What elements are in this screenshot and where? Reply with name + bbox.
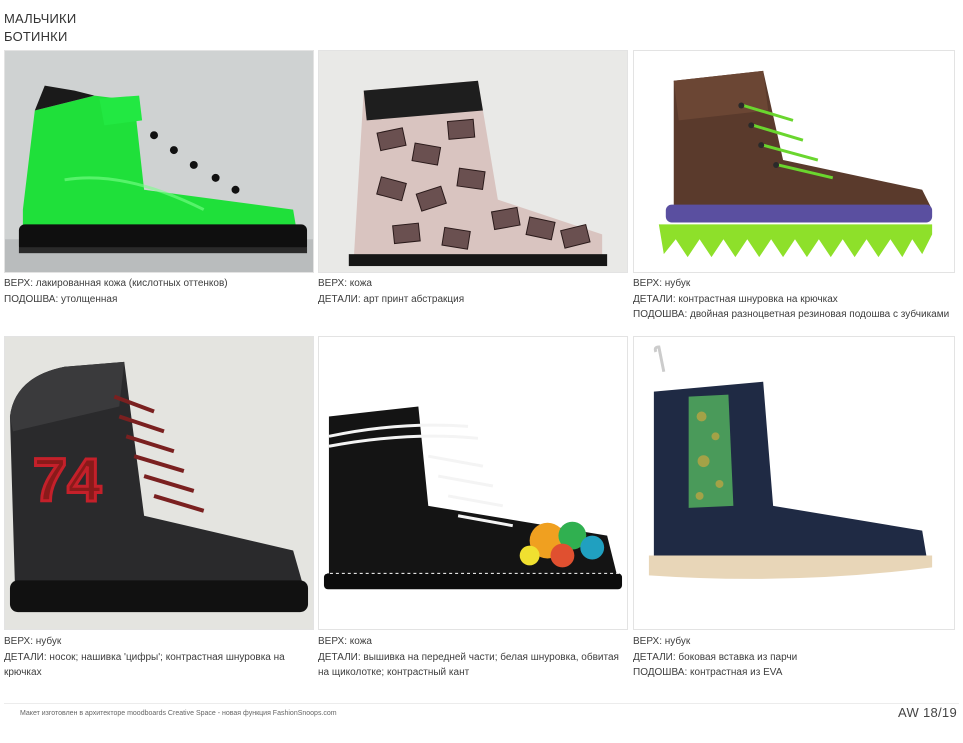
caption-upper: ВЕРХ: нубук (633, 636, 691, 647)
season-label: AW 18/19 (897, 705, 957, 720)
card-6-captions: ВЕРХ: нубук ДЕТАЛИ: боковая вставка из п… (633, 634, 955, 681)
caption-details: ДЕТАЛИ: боковая вставка из парчи (633, 651, 798, 663)
caption-upper: ВЕРХ: кожа (318, 636, 372, 647)
boot-image-chelsea (633, 336, 955, 630)
caption-upper: ВЕРХ: нубук (633, 278, 691, 289)
boot-image-74-patch: 74 (4, 336, 314, 630)
boot-image-green-patent (4, 50, 314, 273)
caption-upper: ВЕРХ: кожа (318, 278, 372, 289)
boot-image-art-print (318, 50, 628, 273)
caption-details: ДЕТАЛИ: арт принт абстракция (318, 293, 465, 305)
caption-details: ДЕТАЛИ: вышивка на передней части; белая… (318, 651, 619, 679)
caption-sole: ПОДОШВА: двойная разноцветная резиновая … (633, 309, 950, 320)
card-1-captions: ВЕРХ: лакированная кожа (кислотных оттен… (4, 276, 314, 307)
caption-sole: ПОДОШВА: контрастная из EVA (633, 667, 783, 678)
caption-details: ДЕТАЛИ: контрастная шнуровка на крючках (633, 293, 838, 305)
boot-image-brown-nubuck (633, 50, 955, 273)
svg-text:74: 74 (33, 446, 102, 515)
footer-note: Макет изготовлен в архитекторе moodboard… (20, 710, 337, 717)
category-label: МАЛЬЧИКИ (4, 11, 77, 26)
caption-upper: ВЕРХ: нубук (4, 636, 62, 647)
caption-sole: ПОДОШВА: утолщенная (4, 293, 118, 305)
card-2-captions: ВЕРХ: кожа ДЕТАЛИ: арт принт абстракция (318, 276, 628, 307)
subcategory-label: БОТИНКИ (4, 29, 68, 44)
boot-image-embroidered (318, 336, 628, 630)
footer-divider (4, 703, 959, 704)
page-header: МАЛЬЧИКИ БОТИНКИ (4, 10, 76, 46)
caption-details: ДЕТАЛИ: носок; нашивка 'цифры'; контраст… (4, 651, 285, 679)
card-5-captions: ВЕРХ: кожа ДЕТАЛИ: вышивка на передней ч… (318, 634, 628, 681)
card-4-captions: ВЕРХ: нубук ДЕТАЛИ: носок; нашивка 'цифр… (4, 634, 314, 681)
caption-upper: ВЕРХ: лакированная кожа (кислотных оттен… (4, 278, 228, 289)
card-3-captions: ВЕРХ: нубук ДЕТАЛИ: контрастная шнуровка… (633, 276, 955, 323)
